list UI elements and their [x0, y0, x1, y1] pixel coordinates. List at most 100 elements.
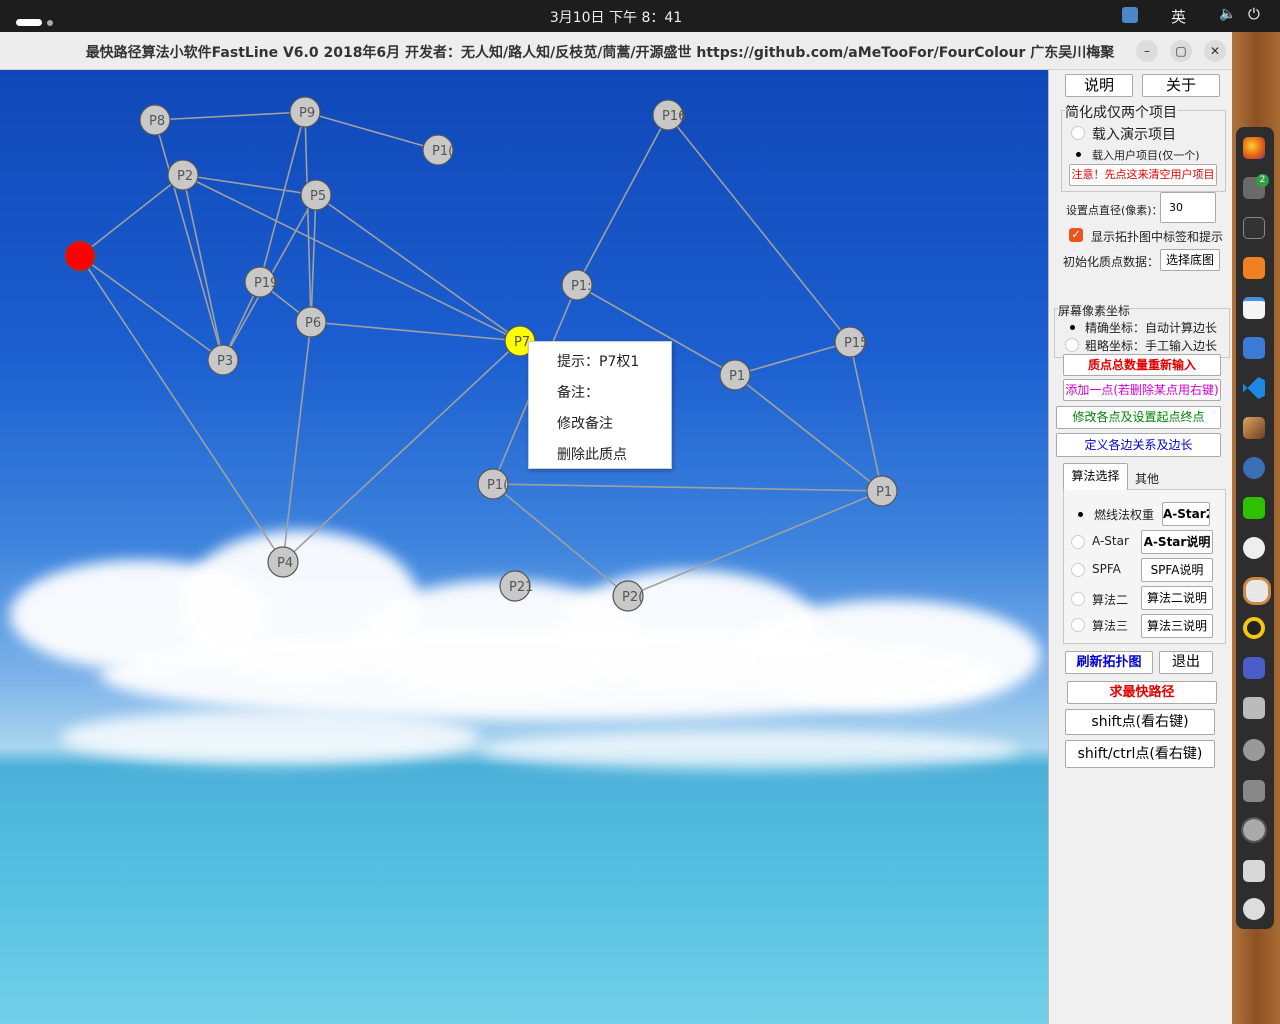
- show-labels-label: 显示拓扑图中标签和提示: [1091, 230, 1224, 244]
- minimize-button[interactable]: –: [1136, 40, 1158, 62]
- clear-user-project-button[interactable]: 注意！先点这来清空用户项目: [1069, 164, 1217, 186]
- node-p9[interactable]: P9: [289, 96, 321, 128]
- power-icon[interactable]: ⏻: [1248, 5, 1260, 23]
- about-button[interactable]: 关于: [1142, 74, 1220, 97]
- menu-item-hint[interactable]: 提示：P7权1: [557, 351, 639, 371]
- algo-btn-2[interactable]: SPFA说明: [1141, 558, 1213, 582]
- edge-P16-P12: [576, 114, 669, 286]
- algo-radio-2[interactable]: [1071, 563, 1085, 577]
- menu-item-note[interactable]: 备注：: [557, 382, 599, 402]
- maximize-button[interactable]: ▢: [1170, 40, 1192, 62]
- define-edges-button[interactable]: 定义各边关系及边长: [1056, 433, 1221, 457]
- ubuntu-icon[interactable]: [1243, 898, 1265, 920]
- node-p17[interactable]: P1: [719, 359, 751, 391]
- shift-click-button[interactable]: shift点(看右键): [1065, 709, 1215, 735]
- algo-label-4: 算法三: [1092, 619, 1129, 633]
- algo-label-0: 燃线法权重: [1094, 508, 1155, 522]
- node-p5[interactable]: P5: [300, 179, 332, 211]
- algo-radio-4[interactable]: [1071, 618, 1085, 632]
- wechat-icon[interactable]: [1243, 497, 1265, 519]
- reinput-count-button[interactable]: 质点总数量重新输入: [1063, 354, 1221, 376]
- algo-radio-0[interactable]: [1073, 507, 1087, 521]
- flatpak-icon[interactable]: [1243, 657, 1265, 679]
- edge-P18-P14: [492, 483, 883, 492]
- shift-ctrl-click-button[interactable]: shift/ctrl点(看右键): [1065, 740, 1215, 768]
- explain-button[interactable]: 说明: [1065, 74, 1133, 97]
- edge-P1-P2: [79, 174, 184, 257]
- node-p14[interactable]: P1: [866, 475, 898, 507]
- node-label: P21: [509, 580, 533, 595]
- load-user-radio[interactable]: [1071, 147, 1085, 161]
- settings-icon[interactable]: [1243, 457, 1265, 479]
- close-button[interactable]: ✕: [1204, 40, 1226, 62]
- edge-P1-P4: [79, 255, 284, 563]
- menu-item-delete-point[interactable]: 删除此质点: [557, 444, 627, 464]
- terminal-icon[interactable]: [1243, 217, 1265, 239]
- load-demo-radio[interactable]: [1071, 126, 1085, 140]
- node-p4[interactable]: P4: [267, 546, 299, 578]
- node-p6[interactable]: P6: [295, 306, 327, 338]
- disk-usage-icon[interactable]: [1243, 577, 1271, 605]
- notes-icon[interactable]: [1243, 337, 1265, 359]
- node-p15[interactable]: P15: [834, 326, 868, 358]
- node-p18[interactable]: P1(: [477, 468, 509, 500]
- sublime-icon[interactable]: [1243, 257, 1265, 279]
- ssd-icon[interactable]: [1243, 780, 1265, 802]
- node-p20[interactable]: P2(: [612, 580, 644, 612]
- solve-fastest-path-button[interactable]: 求最快路径: [1067, 681, 1217, 704]
- edge-P8-P9: [154, 111, 306, 121]
- show-labels-checkbox[interactable]: ✓: [1069, 228, 1083, 242]
- text-editor-icon[interactable]: [1243, 297, 1265, 319]
- files-badge: 2: [1256, 174, 1269, 187]
- topology-canvas[interactable]: P8 P9 P1(P2 P5 P19 P6 P3 P7 P4 P16 P1: P15 P1 P1(P1 P2…: [0, 70, 1048, 1024]
- gear-icon[interactable]: [1243, 739, 1265, 761]
- node-p2[interactable]: P2: [167, 159, 199, 191]
- topology-graph[interactable]: P8P9P1(P2P5P19P6P3P7P4P16P1:P15P1P1(P1P2…: [0, 70, 1048, 1024]
- dock: [1236, 127, 1274, 929]
- rhythmbox-icon[interactable]: [1243, 617, 1265, 639]
- algo-btn-4[interactable]: 算法三说明: [1141, 614, 1213, 638]
- algo-label-3: 算法二: [1092, 593, 1129, 607]
- title-bar[interactable]: 最快路径算法小软件FastLine V6.0 2018年6月 开发者：无人知/路…: [0, 32, 1232, 70]
- database-icon[interactable]: [1243, 697, 1265, 719]
- menu-item-edit-note[interactable]: 修改备注: [557, 413, 613, 433]
- tab-algorithm[interactable]: 算法选择: [1063, 463, 1128, 490]
- rough-coord-radio[interactable]: [1065, 338, 1079, 352]
- exit-button[interactable]: 退出: [1159, 651, 1213, 674]
- tab-other[interactable]: 其他: [1135, 470, 1159, 487]
- speaker-icon[interactable]: 🔈: [1219, 6, 1236, 22]
- node-label: P4: [277, 556, 293, 571]
- gear-icon[interactable]: [1241, 817, 1267, 843]
- edge-P16-P15: [667, 114, 851, 343]
- select-background-button[interactable]: 选择底图: [1160, 249, 1220, 271]
- node-p10[interactable]: P1(: [422, 134, 454, 166]
- node-p16[interactable]: P16: [652, 99, 686, 131]
- node-p1[interactable]: [64, 240, 96, 272]
- algo-radio-3[interactable]: [1071, 592, 1085, 606]
- modify-points-button[interactable]: 修改各点及设置起点终点: [1056, 406, 1221, 429]
- node-p21[interactable]: P21: [499, 570, 533, 602]
- firefox-icon[interactable]: [1243, 137, 1265, 159]
- tray-app-icon[interactable]: [1122, 7, 1138, 23]
- diameter-input[interactable]: 30: [1160, 192, 1216, 223]
- node-p8[interactable]: P8: [139, 104, 171, 136]
- algo-btn-3[interactable]: 算法二说明: [1141, 586, 1213, 610]
- paint-icon[interactable]: [1243, 417, 1265, 439]
- add-point-button[interactable]: 添加一点(若删除某点用右键): [1063, 379, 1221, 401]
- input-method-indicator[interactable]: 英: [1171, 6, 1186, 27]
- precise-coord-radio[interactable]: [1065, 320, 1079, 334]
- algo-label-1: A-Star: [1092, 534, 1129, 548]
- clock[interactable]: 3月10日 下午 8：41: [0, 7, 1232, 27]
- node-label: P2(: [622, 590, 643, 605]
- simplify-group-label: 简化成仅两个项目: [1065, 102, 1177, 122]
- init-data-label: 初始化质点数据：: [1063, 255, 1160, 269]
- algo-btn-1[interactable]: A-Star说明: [1141, 530, 1213, 554]
- chat-icon[interactable]: [1243, 537, 1265, 559]
- load-user-label: 载入用户项目(仅一个): [1092, 149, 1200, 162]
- trash-icon[interactable]: [1243, 860, 1265, 882]
- algo-btn-0[interactable]: A-Star2: [1162, 502, 1210, 526]
- node-p3[interactable]: P3: [207, 344, 239, 376]
- node-p12[interactable]: P1:: [561, 269, 593, 301]
- refresh-topology-button[interactable]: 刷新拓扑图: [1065, 651, 1153, 674]
- algo-radio-1[interactable]: [1071, 535, 1085, 549]
